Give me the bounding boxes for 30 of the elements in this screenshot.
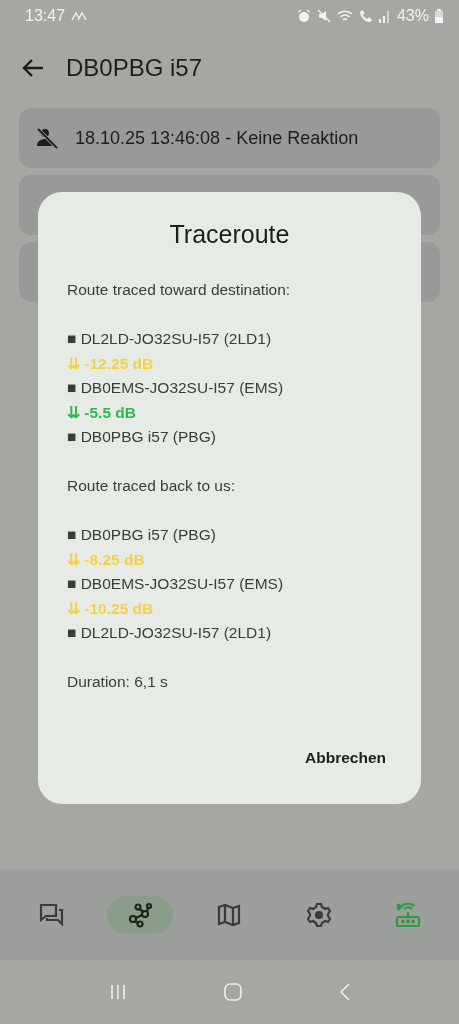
battery-icon	[435, 9, 443, 23]
hop-label: ■ DL2LD-JO32SU-I57 (2LD1)	[67, 329, 273, 349]
wifi-icon	[336, 9, 353, 23]
nav-tab[interactable]	[107, 896, 174, 934]
back-icon[interactable]	[22, 58, 44, 78]
duration-text: Duration: 6,1 s	[67, 672, 169, 692]
signal-strength: ⇊ -12.25 dB	[67, 353, 155, 374]
hop-label: ■ DL2LD-JO32SU-I57 (2LD1)	[67, 623, 273, 643]
dialog-title: Traceroute	[168, 220, 291, 249]
route-heading: Route traced toward destination:	[67, 280, 292, 300]
status-time: 13:47	[25, 7, 66, 25]
route-heading: Route traced back to us:	[67, 476, 236, 496]
person-off-icon	[35, 126, 59, 150]
hop-label: ■ DB0EMS-JO32SU-I57 (EMS)	[67, 574, 285, 594]
signal-icon	[378, 9, 391, 23]
cancel-button[interactable]: Abbrechen	[299, 738, 392, 777]
mute-icon	[316, 9, 331, 23]
call-icon	[358, 9, 373, 23]
hop-label: ■ DB0EMS-JO32SU-I57 (EMS)	[67, 378, 285, 398]
message-card[interactable]: 18.10.25 13:46:08 - Keine Reaktion	[19, 108, 440, 168]
alarm-icon	[296, 9, 311, 23]
signal-strength: ⇊ -5.5 dB	[67, 402, 137, 423]
notification-icon	[71, 11, 88, 21]
page-title: DB0PBG i57	[66, 54, 203, 82]
battery-percent: 43%	[396, 7, 429, 25]
signal-strength: ⇊ -8.25 dB	[67, 549, 146, 570]
hop-label: ■ DB0PBG i57 (PBG)	[67, 525, 217, 545]
signal-strength: ⇊ -10.25 dB	[67, 598, 155, 619]
hop-label: ■ DB0PBG i57 (PBG)	[67, 427, 217, 447]
message-status: 18.10.25 13:46:08 - Keine Reaktion	[75, 127, 359, 149]
